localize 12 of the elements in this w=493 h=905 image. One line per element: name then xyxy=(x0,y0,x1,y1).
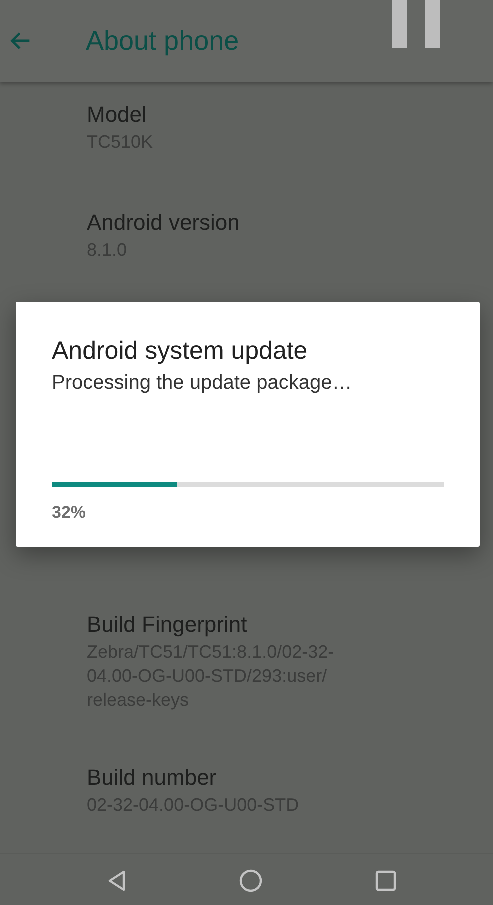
pause-icon[interactable] xyxy=(392,0,440,48)
setting-title: Model xyxy=(87,101,148,129)
setting-title: Android version xyxy=(87,209,241,237)
setting-title: Build Fingerprint xyxy=(87,611,248,639)
back-icon[interactable] xyxy=(106,870,126,892)
setting-title: Build number xyxy=(87,764,218,792)
progress-percent: 32% xyxy=(52,503,88,523)
screen-title: About phone xyxy=(86,26,240,56)
recents-icon[interactable] xyxy=(374,870,396,892)
home-icon[interactable] xyxy=(238,868,262,892)
dialog-message: Processing the update package… xyxy=(52,371,354,396)
dialog-title: Android system update xyxy=(52,336,309,366)
